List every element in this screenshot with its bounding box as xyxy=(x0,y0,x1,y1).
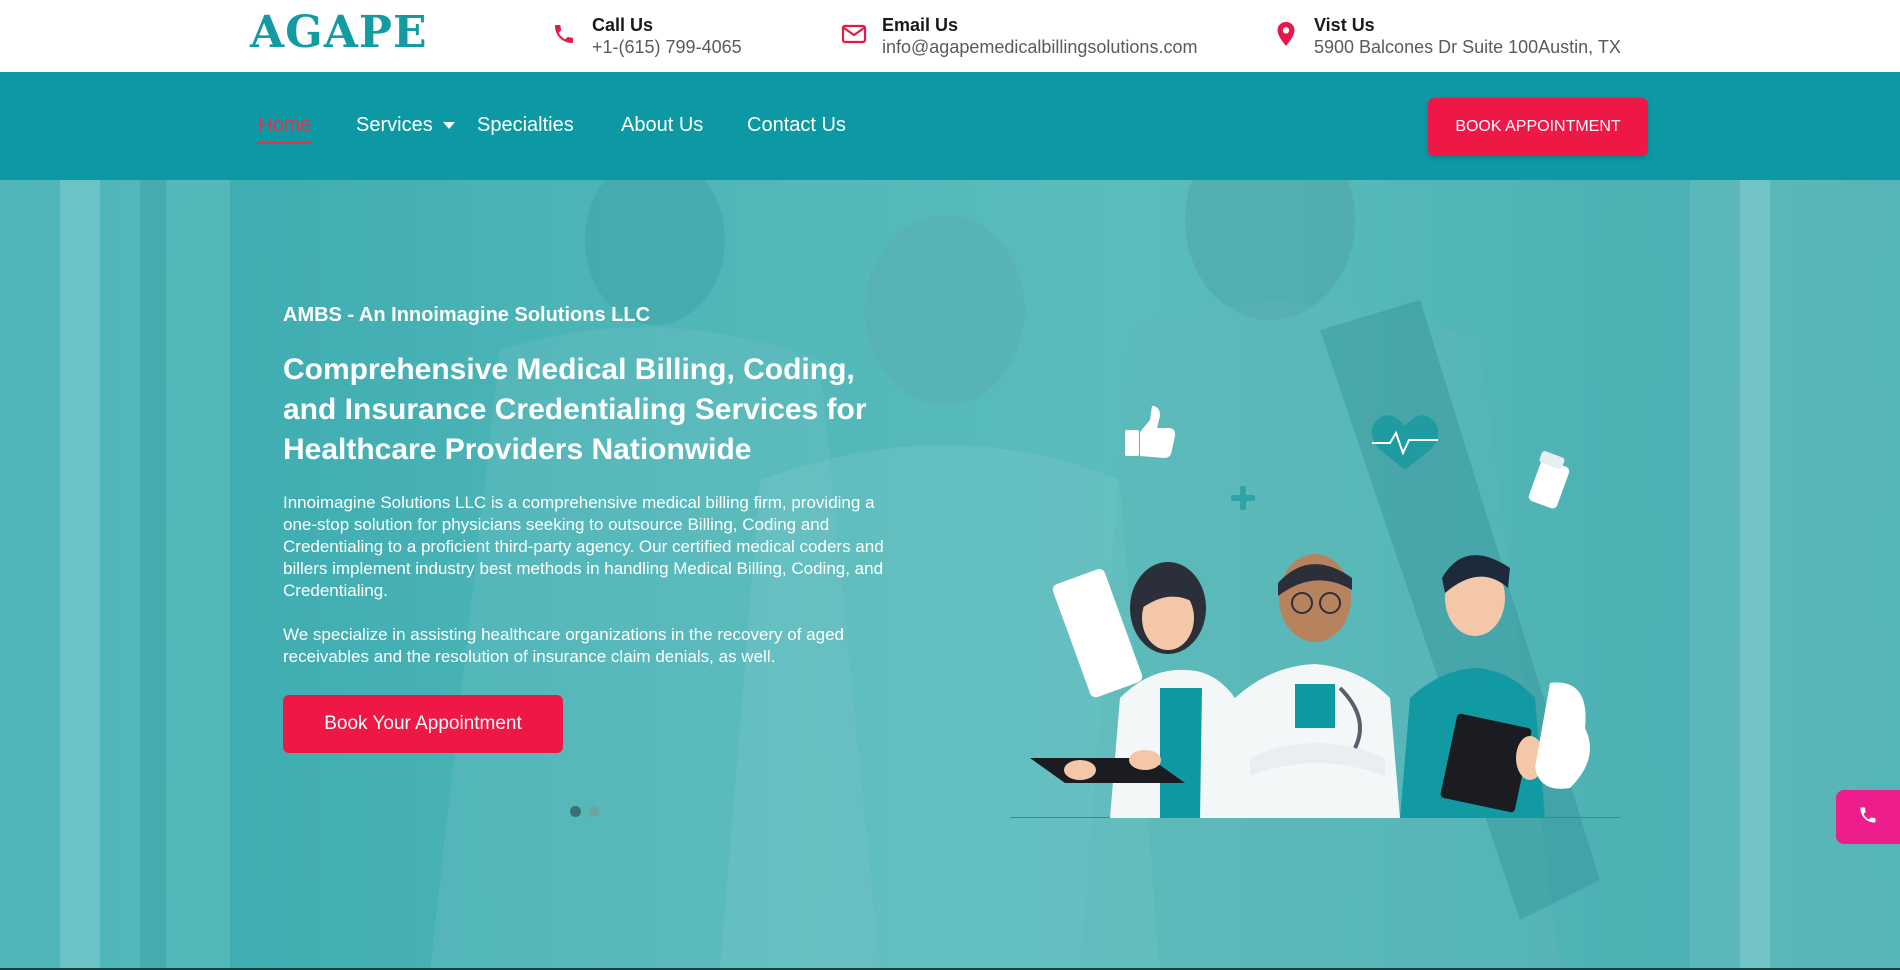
brand-logo[interactable]: AGAPE xyxy=(250,10,427,56)
doctors-illustration xyxy=(1010,406,1620,818)
hero-headline: Comprehensive Medical Billing, Coding, a… xyxy=(283,353,867,466)
hero-paragraph-2: We specialize in assisting healthcare or… xyxy=(283,625,844,666)
nav-item-label: Specialties xyxy=(477,114,574,136)
email-us-title: Email Us xyxy=(882,15,959,35)
nav-item-specialties[interactable]: Specialties xyxy=(477,112,574,138)
hero-paragraph-1: Innoimagine Solutions LLC is a comprehen… xyxy=(283,493,884,600)
phone-icon xyxy=(1858,805,1878,830)
visit-us-title: Vist Us xyxy=(1314,15,1375,35)
address[interactable]: 5900 Balcones Dr Suite 100Austin, TX xyxy=(1314,36,1621,58)
plus-icon xyxy=(1231,486,1255,510)
envelope-icon xyxy=(840,20,868,48)
nav-item-label: Contact Us xyxy=(747,114,846,136)
nav-item-home[interactable]: Home xyxy=(258,112,312,144)
doctor-man-scrubs-figure xyxy=(1400,555,1590,818)
nav-item-label: Services xyxy=(356,114,433,136)
thumbs-up-icon xyxy=(1125,406,1176,458)
call-us-title: Call Us xyxy=(592,15,654,35)
call-us-info[interactable]: Call Us +1-(615) 799-4065 xyxy=(550,14,742,58)
phone-number[interactable]: +1-(615) 799-4065 xyxy=(592,36,742,58)
visit-us-info[interactable]: Vist Us 5900 Balcones Dr Suite 100Austin… xyxy=(1272,14,1621,58)
slider-dot-1[interactable] xyxy=(570,806,581,817)
top-info-bar: AGAPE Call Us +1-(615) 799-4065 Email Us… xyxy=(0,0,1900,72)
active-underline xyxy=(258,142,312,144)
hero-eyebrow: AMBS - An Innoimagine Solutions LLC xyxy=(283,304,651,326)
slider-dot-2[interactable] xyxy=(589,806,600,817)
book-your-appointment-button[interactable]: Book Your Appointment xyxy=(283,695,563,753)
nav-item-contact-us[interactable]: Contact Us xyxy=(747,112,846,138)
book-appointment-button[interactable]: BOOK APPOINTMENT xyxy=(1428,98,1648,156)
doctor-man-figure xyxy=(1225,554,1400,818)
pill-bottle-icon xyxy=(1528,451,1570,509)
main-nav: Home Services Specialties About Us Conta… xyxy=(0,72,1900,180)
hero-section: AMBS - An Innoimagine Solutions LLC Comp… xyxy=(0,180,1900,970)
floating-call-button[interactable] xyxy=(1836,790,1900,844)
nav-item-label: About Us xyxy=(621,114,704,136)
email-us-info[interactable]: Email Us info@agapemedicalbillingsolutio… xyxy=(840,14,1197,58)
caret-down-icon xyxy=(442,122,455,130)
phone-icon xyxy=(550,20,578,48)
nav-item-services[interactable]: Services xyxy=(356,112,455,138)
slider-dots xyxy=(570,806,600,817)
email-address[interactable]: info@agapemedicalbillingsolutions.com xyxy=(882,36,1197,58)
nav-item-about-us[interactable]: About Us xyxy=(621,112,703,138)
nav-item-label: Home xyxy=(258,114,312,136)
map-pin-icon xyxy=(1272,20,1300,48)
doctor-woman-figure xyxy=(1030,562,1242,818)
